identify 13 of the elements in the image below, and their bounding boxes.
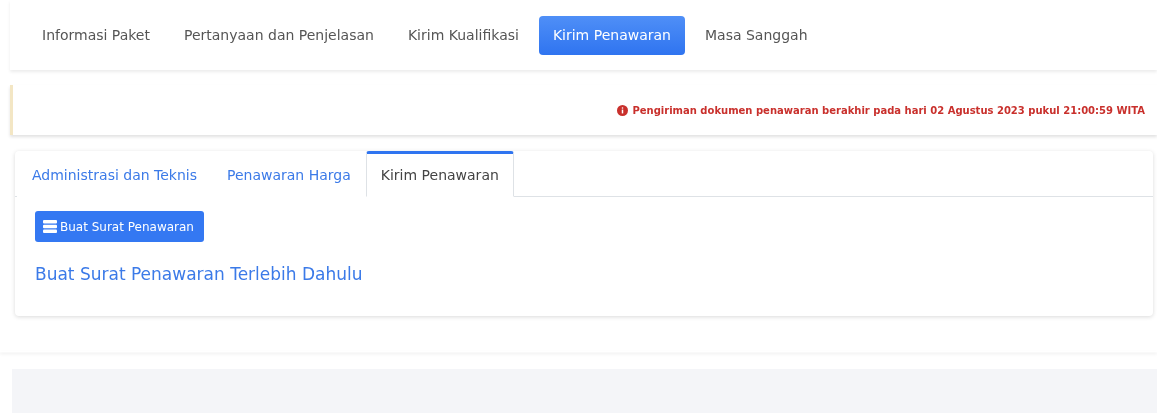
alert-message: Pengiriman dokumen penawaran berakhir pada hari 02 Agustus 2023 pukul 21:00:59 WITA [617, 104, 1145, 116]
nav-tab[interactable]: Pertanyaan dan Penjelasan [169, 15, 388, 55]
notice-heading: Buat Surat Penawaran Terlebih Dahulu [35, 264, 363, 284]
info-icon [617, 104, 629, 116]
nav-tab[interactable]: Kirim Kualifikasi [393, 15, 533, 55]
tab[interactable]: Administrasi dan Teknis [17, 151, 212, 197]
nav-tab[interactable]: Informasi Paket [28, 15, 164, 55]
tab[interactable]: Penawaran Harga [212, 151, 366, 197]
nav-tab[interactable]: Kirim Penawaran [538, 15, 685, 55]
list-icon [43, 220, 57, 233]
create-letter-button[interactable]: Buat Surat Penawaran [35, 211, 204, 242]
nav-tab[interactable]: Masa Sanggah [690, 15, 822, 55]
tab[interactable]: Kirim Penawaran [365, 151, 514, 197]
